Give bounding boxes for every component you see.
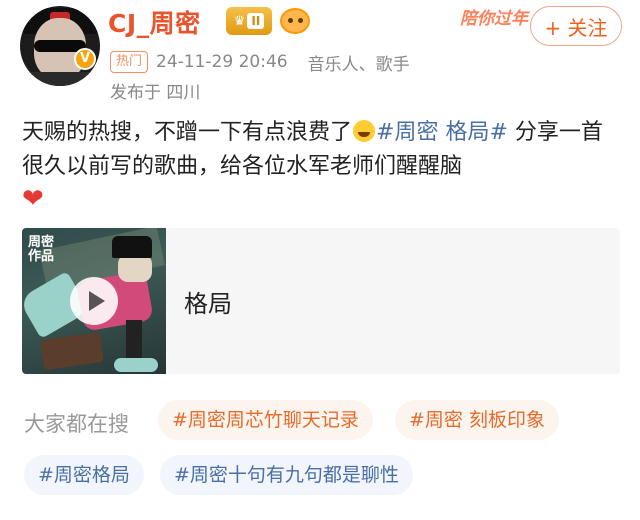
music-card[interactable]: 周密 作品 格局 <box>22 228 620 374</box>
topic-link[interactable]: #周密 格局# <box>376 120 508 145</box>
trending-chip[interactable]: #周密十句有九句都是聊性 <box>160 455 413 495</box>
verified-icon: V <box>74 48 96 70</box>
trending-chip[interactable]: #周密 刻板印象 <box>395 400 559 440</box>
cover-graphic <box>118 254 152 282</box>
cover-graphic <box>114 358 158 372</box>
cover-graphic <box>112 236 152 258</box>
username[interactable]: CJ_周密 <box>108 4 201 40</box>
hot-tag: 热门 <box>110 51 149 73</box>
cover-title: 周密 作品 <box>28 235 55 264</box>
album-cover[interactable]: 周密 作品 <box>22 228 166 374</box>
post-location: 发布于 四川 <box>110 83 201 103</box>
cover-graphic <box>40 331 104 371</box>
crown-badge-icon[interactable]: ♛ II <box>226 7 272 35</box>
trending-label: 大家都在搜 <box>24 412 129 436</box>
timestamp: 24-11-29 20:46 <box>156 52 288 72</box>
song-title[interactable]: 格局 <box>184 284 232 319</box>
avatar[interactable] <box>20 6 100 86</box>
crown-icon: ♛ <box>233 13 246 29</box>
user-tags: 音乐人、歌手 <box>307 54 410 75</box>
heart-icon: ❤ <box>22 184 44 214</box>
play-icon[interactable] <box>70 277 118 325</box>
level-badge: II <box>247 13 265 29</box>
avatar-collar <box>20 72 100 86</box>
post-meta: 热门 24-11-29 20:46 音乐人、歌手 <box>110 50 410 75</box>
trending-chip[interactable]: #周密周芯竹聊天记录 <box>158 400 373 440</box>
laugh-emoji-icon <box>353 120 376 142</box>
follow-button[interactable]: + 关注 <box>530 6 622 46</box>
trending-chip[interactable]: #周密格局 <box>24 455 144 495</box>
post-text-part1: 天赐的热搜，不蹭一下有点浪费了 <box>22 120 353 145</box>
post-text: 天赐的热搜，不蹭一下有点浪费了 #周密 格局# 分享一首很久以前写的歌曲，给各位水… <box>22 116 622 218</box>
fan-badge-icon[interactable] <box>280 8 310 34</box>
